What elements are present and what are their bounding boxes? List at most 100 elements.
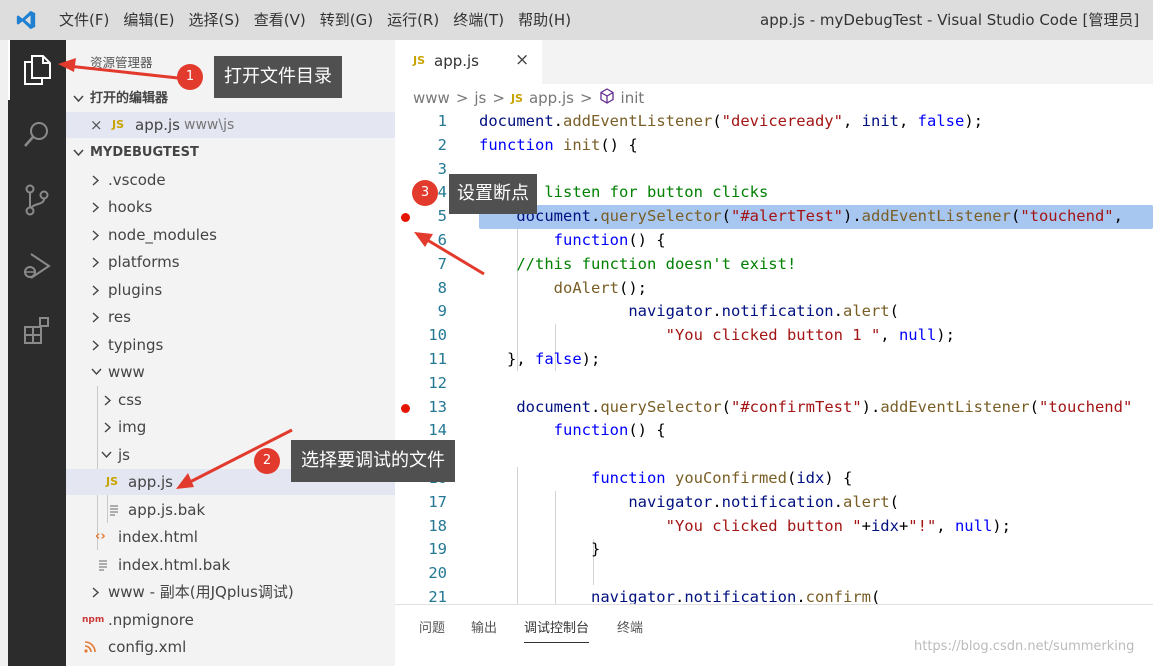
menu-terminal[interactable]: 终端(T) [446,0,511,40]
menu-help[interactable]: 帮助(H) [511,0,578,40]
tree-item-res[interactable]: res [66,304,395,330]
tree-item-index-html-bak[interactable]: index.html.bak [66,552,395,578]
code-line: 11 }, false); [395,348,1153,372]
tree-item-config-xml[interactable]: config.xml [66,634,395,660]
tree-item-label: hooks [108,198,153,216]
tree-item-platforms[interactable]: platforms [66,249,395,275]
line-number: 17 [428,492,447,511]
chevron-right-icon [102,414,114,440]
project-header[interactable]: MYDEBUGTEST [66,140,395,166]
code-line: 14 function() { [395,419,1153,443]
menu-view[interactable]: 查看(V) [247,0,313,40]
code-text: } [479,540,601,559]
code-text: }, false); [479,350,601,368]
close-icon[interactable]: × [90,112,103,138]
open-editor-path: www\js [184,117,235,133]
tree-item-label: app.js [128,473,173,491]
code-line: 19 } [395,538,1153,562]
code-editor: JS app.js × www > js > JS app.js > init … [395,40,1153,604]
close-icon[interactable]: × [515,50,529,70]
line-number: 5 [437,207,447,226]
chevron-right-icon [90,167,102,193]
tree-item-label: typings [108,336,164,354]
open-editor-name: app.js [135,116,180,134]
tab-output[interactable]: 输出 [471,617,497,636]
tab-debug-console[interactable]: 调试控制台 [524,617,590,643]
code-line: 2 function init() { [395,134,1153,158]
breadcrumb-item[interactable]: init [621,89,645,107]
line-number: 13 [428,397,447,416]
extensions-icon[interactable] [8,300,66,360]
tree-item-app-js-bak[interactable]: app.js.bak [66,497,395,523]
breadcrumb-separator: > [579,89,593,107]
menu-bar: 文件(F) 编辑(E) 选择(S) 查看(V) 转到(G) 运行(R) 终端(T… [52,0,578,40]
code-line: 8 doAlert(); [395,277,1153,301]
chevron-down-icon [100,442,112,468]
tree-item-index-html[interactable]: ‹› index.html [66,524,395,550]
open-editors-label: 打开的编辑器 [90,91,169,106]
activity-bar [8,40,66,666]
menu-run[interactable]: 运行(R) [380,0,446,40]
chevron-right-icon [90,249,102,275]
menu-edit[interactable]: 编辑(E) [116,0,181,40]
tree-item-label: js [118,446,130,464]
tab-label: app.js [434,52,479,70]
js-file-icon: JS [413,54,426,67]
tree-item-plugins[interactable]: plugins [66,277,395,303]
code-text: "You clicked button "+idx+"!", null); [665,516,1011,535]
tree-item-node-modules[interactable]: node_modules [66,222,395,248]
tree-item-label: www [108,363,145,381]
line-number: 10 [428,326,447,345]
code-text: function() { [553,421,666,440]
run-debug-icon[interactable] [8,236,66,296]
line-number: 12 [428,373,447,392]
tree-item-www[interactable]: www [66,359,395,385]
explorer-icon[interactable] [8,40,66,100]
tree-item-label: www - 副本(用JQplus调试) [108,583,294,601]
code-line: 12 [395,372,1153,396]
tree-item-css[interactable]: css [66,387,395,413]
code-text: function youConfirmed(idx) { [590,469,853,487]
menu-selection[interactable]: 选择(S) [182,0,247,40]
menu-file[interactable]: 文件(F) [52,0,116,40]
tree-item-www-copy[interactable]: www - 副本(用JQplus调试) [66,579,395,605]
breadcrumb-item[interactable]: js [474,89,486,107]
tree-item-label: .vscode [108,171,166,189]
breadcrumb-item[interactable]: www [413,89,450,107]
chevron-right-icon [102,387,114,413]
code-line: 21 navigator.notification.confirm( [395,586,1153,604]
tree-item-label: index.html [118,528,198,546]
tree-item-vscode[interactable]: .vscode [66,167,395,193]
chevron-right-icon [90,579,102,605]
tree-item-label: plugins [108,281,163,299]
open-editor-item[interactable]: × JS app.js www\js [66,112,395,138]
code-line: 1 document.addEventListener("deviceready"… [395,110,1153,134]
menu-go[interactable]: 转到(G) [313,0,380,40]
vscode-logo-icon [0,0,52,40]
annotation-badge-1: 1 [177,64,203,90]
chevron-down-icon [90,359,102,385]
line-number: 21 [428,588,447,604]
code-line: 9 navigator.notification.alert( [395,300,1153,324]
tree-item-label: app.js.bak [128,501,206,519]
chevron-right-icon [90,277,102,303]
text-file-icon [109,497,119,523]
breadcrumb-item[interactable]: app.js [529,89,574,107]
tree-item-typings[interactable]: typings [66,332,395,358]
code-text: function init() { [479,135,638,154]
project-label: MYDEBUGTEST [90,145,199,160]
chevron-right-icon [90,222,102,248]
tab-app-js[interactable]: JS app.js × [395,40,542,84]
tree-item-label: platforms [108,253,180,271]
code-line: 16 function youConfirmed(idx) { [395,467,1153,491]
tree-item-hooks[interactable]: hooks [66,194,395,220]
source-control-icon[interactable] [8,170,66,230]
tab-terminal[interactable]: 终端 [617,617,643,636]
tab-problems[interactable]: 问题 [419,617,445,636]
tree-item-img[interactable]: img [66,414,395,440]
search-icon[interactable] [8,104,66,164]
chevron-right-icon [90,304,102,330]
annotation-badge-2: 2 [254,448,280,474]
tree-item-npmignore[interactable]: npm .npmignore [66,607,395,633]
code-text: function() { [553,231,666,249]
